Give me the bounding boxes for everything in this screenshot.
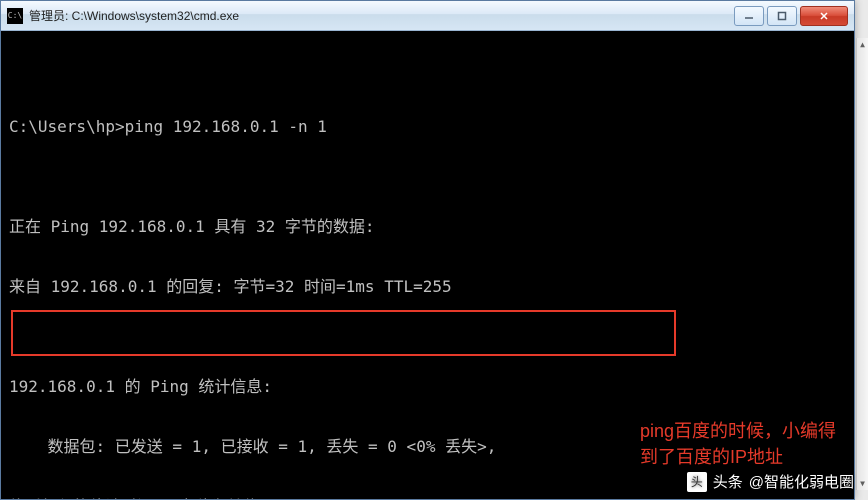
annotation-line: 到了百度的IP地址 <box>640 444 836 470</box>
minimize-icon <box>744 11 754 21</box>
close-icon <box>819 11 829 21</box>
watermark-account: @智能化弱电圈 <box>749 471 854 492</box>
maximize-icon <box>777 11 787 21</box>
terminal-line: 正在 Ping 192.168.0.1 具有 32 字节的数据: <box>9 217 846 237</box>
terminal-line: C:\Users\hp>ping 192.168.0.1 -n 1 <box>9 117 846 137</box>
highlight-box <box>11 310 676 356</box>
maximize-button[interactable] <box>767 6 797 26</box>
watermark: 头 头条 @智能化弱电圈 <box>687 471 854 492</box>
scroll-down-icon[interactable]: ▼ <box>860 479 865 488</box>
annotation-text: ping百度的时候，小编得 到了百度的IP地址 <box>640 418 836 470</box>
window-buttons <box>734 6 848 26</box>
watermark-icon: 头 <box>687 472 707 492</box>
terminal-line: 来自 192.168.0.1 的回复: 字节=32 时间=1ms TTL=255 <box>9 277 846 297</box>
watermark-prefix: 头条 <box>713 471 743 492</box>
annotation-line: ping百度的时候，小编得 <box>640 418 836 444</box>
minimize-button[interactable] <box>734 6 764 26</box>
close-button[interactable] <box>800 6 848 26</box>
terminal-line: 往返行程的估计时间<以毫秒为单位>: <box>9 497 846 499</box>
page-scrollbar[interactable]: ▲ ▼ <box>856 38 868 490</box>
terminal-line: 192.168.0.1 的 Ping 统计信息: <box>9 377 846 397</box>
titlebar[interactable]: C:\ 管理员: C:\Windows\system32\cmd.exe <box>1 1 854 31</box>
cmd-icon: C:\ <box>7 8 23 24</box>
window-title: 管理员: C:\Windows\system32\cmd.exe <box>29 7 734 24</box>
scroll-up-icon[interactable]: ▲ <box>860 40 865 49</box>
